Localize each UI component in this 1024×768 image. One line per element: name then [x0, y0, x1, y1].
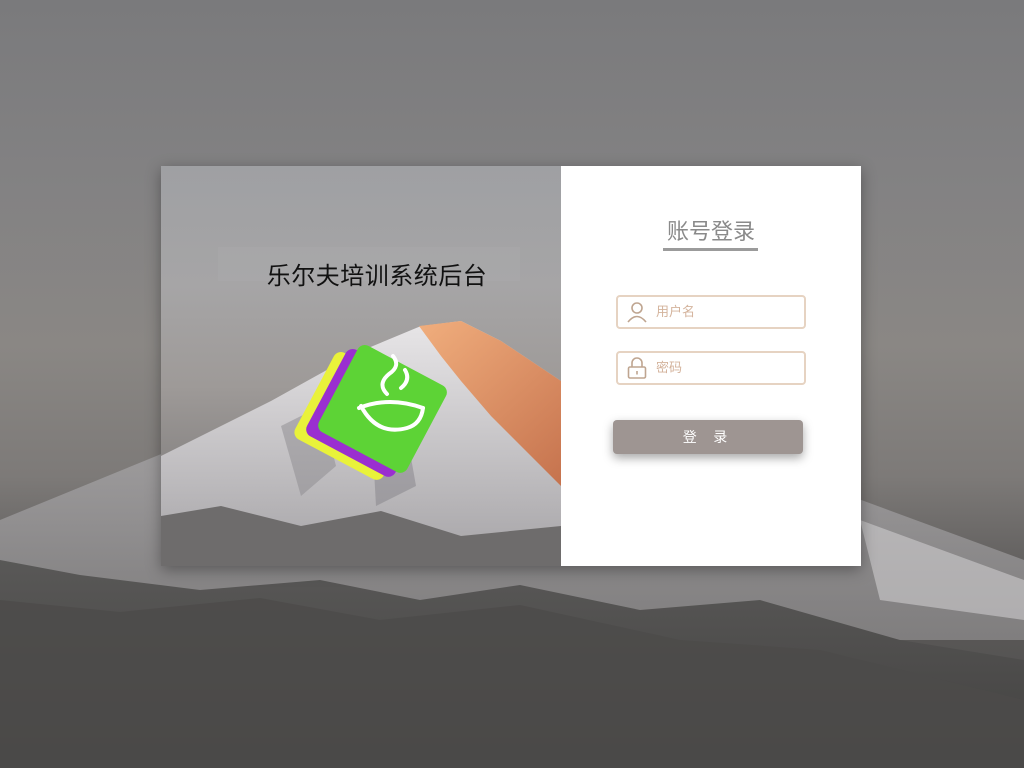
password-field[interactable]	[616, 351, 806, 385]
login-panel: 账号登录 登 录	[561, 166, 861, 566]
app-title: 乐尔夫培训系统后台	[266, 262, 488, 290]
username-field[interactable]	[616, 295, 806, 329]
login-card: 乐尔夫培训系统后台 账号登录 用户名 登 录	[161, 166, 861, 566]
password-input[interactable]	[656, 353, 796, 383]
app-logo-icon	[294, 344, 447, 480]
login-heading: 账号登录	[666, 220, 755, 245]
user-icon	[627, 302, 647, 323]
login-heading-underline	[663, 248, 758, 251]
username-input[interactable]	[656, 297, 796, 327]
login-button[interactable]: 登 录	[613, 420, 803, 454]
lock-icon	[627, 357, 647, 379]
brand-panel: 乐尔夫培训系统后台	[161, 166, 561, 566]
